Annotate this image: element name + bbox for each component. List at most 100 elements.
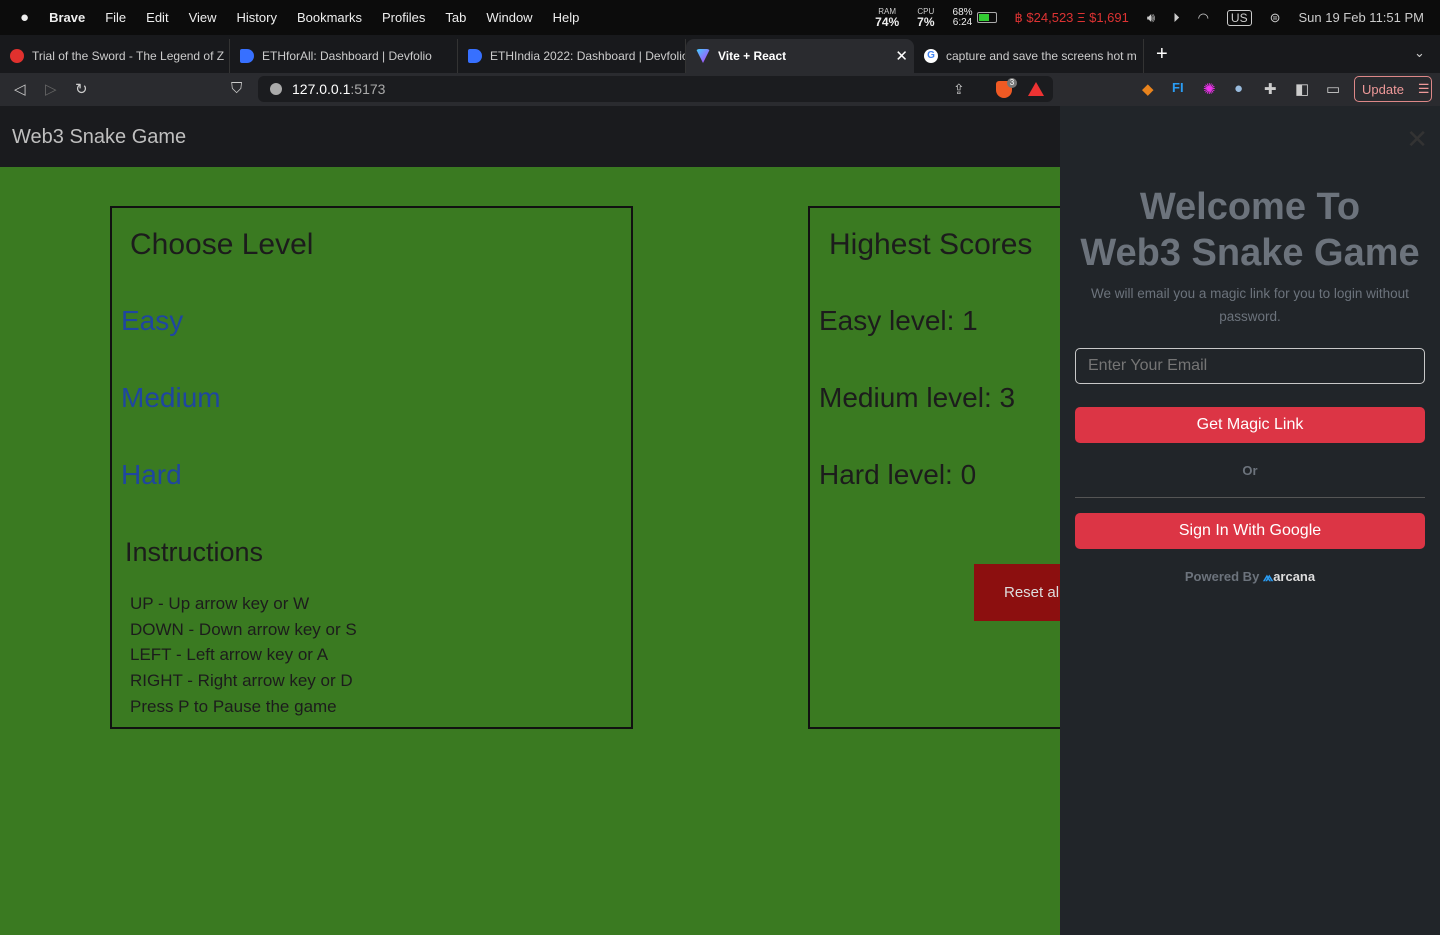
instruction-line: RIGHT - Right arrow key or D: [130, 671, 353, 691]
highest-scores-card: Highest Scores Easy level: 1 Medium leve…: [808, 206, 1060, 729]
email-input[interactable]: [1075, 348, 1425, 384]
ram-stat[interactable]: RAM 74%: [875, 7, 900, 29]
cpu-value: 7%: [917, 14, 935, 29]
login-title: Welcome To Web3 Snake Game: [1060, 184, 1440, 276]
shields-badge: 3: [1007, 78, 1017, 88]
choose-level-card: Choose Level Easy Medium Hard Instructio…: [110, 206, 633, 729]
devfolio-icon: [240, 49, 254, 63]
powered-by-label: Powered By: [1184, 569, 1260, 584]
update-button[interactable]: Update ☰: [1354, 76, 1432, 102]
btc-price: ฿ $24,523: [1014, 9, 1074, 25]
menu-edit[interactable]: Edit: [146, 10, 168, 25]
extension-calendar-icon[interactable]: ●: [1234, 80, 1243, 97]
tab-title: ETHIndia 2022: Dashboard | Devfolio: [490, 49, 686, 63]
update-label: Update: [1362, 81, 1404, 97]
divider: [1075, 497, 1425, 498]
arcana-brand: arcana: [1273, 569, 1316, 584]
extensions-puzzle-icon[interactable]: ✚: [1264, 80, 1277, 98]
eth-price: Ξ $1,691: [1077, 9, 1129, 25]
menu-tab[interactable]: Tab: [445, 10, 466, 25]
sidebar-icon[interactable]: ◧: [1295, 80, 1309, 98]
tab-title: capture and save the screens hot m: [946, 49, 1137, 63]
share-icon[interactable]: ⇪: [953, 81, 965, 98]
bookmark-icon[interactable]: ⛉: [231, 80, 242, 97]
menu-history[interactable]: History: [237, 10, 277, 25]
level-medium-link[interactable]: Medium: [121, 382, 221, 414]
menu-file[interactable]: File: [105, 10, 126, 25]
choose-level-heading: Choose Level: [130, 228, 314, 261]
menu-window[interactable]: Window: [486, 10, 532, 25]
battery[interactable]: 68% 6:24: [952, 6, 997, 28]
battery-icon: [976, 12, 997, 23]
tab-title: Trial of the Sword - The Legend of Z: [32, 49, 225, 63]
powered-by: Powered By ⩕arcana: [1060, 569, 1440, 585]
back-icon[interactable]: ◁: [14, 80, 26, 98]
control-center-icon[interactable]: ⊜: [1270, 10, 1281, 26]
get-magic-link-button[interactable]: Get Magic Link: [1075, 407, 1425, 443]
tab-google-search[interactable]: Gcapture and save the screens hot m: [914, 39, 1144, 73]
tab-title: Vite + React: [718, 49, 787, 63]
login-subtitle: We will email you a magic link for you t…: [1091, 286, 1409, 324]
highest-scores-heading: Highest Scores: [829, 228, 1033, 261]
tab-trial-of-the-sword[interactable]: Trial of the Sword - The Legend of Z: [0, 39, 230, 73]
close-tab-icon[interactable]: ✕: [895, 47, 908, 65]
app-title[interactable]: Web3 Snake Game: [12, 126, 186, 148]
brave-rewards-icon[interactable]: [1028, 82, 1044, 96]
cpu-stat[interactable]: CPU 7%: [917, 7, 935, 29]
instruction-line: UP - Up arrow key or W: [130, 594, 310, 613]
tab-vite-react[interactable]: Vite + React ✕: [686, 39, 914, 73]
score-hard: Hard level: 0: [819, 459, 977, 490]
level-hard-link[interactable]: Hard: [121, 459, 182, 491]
tab-ethindia[interactable]: ETHIndia 2022: Dashboard | Devfolio: [458, 39, 686, 73]
tab-favicon-icon: [10, 49, 24, 63]
volume-icon[interactable]: 🔊︎: [1147, 10, 1155, 26]
login-title-line1: Welcome To: [1139, 186, 1361, 228]
app-navbar: Web3 Snake Game: [0, 106, 1060, 167]
vite-icon: [696, 49, 710, 63]
reload-icon[interactable]: ↻: [75, 80, 88, 98]
tab-list-chevron-icon[interactable]: ⌄: [1414, 45, 1425, 61]
login-title-line2: Web3 Snake Game: [1080, 232, 1420, 274]
instructions-list: UP - Up arrow key or W DOWN - Down arrow…: [130, 591, 357, 720]
address-bar[interactable]: 127.0.0.1:5173 ⇪ 3: [258, 76, 1053, 102]
play-icon[interactable]: ⏵: [1173, 10, 1180, 26]
google-icon: G: [924, 49, 938, 63]
crypto-ticker[interactable]: ฿ $24,523 Ξ $1,691: [1015, 10, 1129, 26]
datetime[interactable]: Sun 19 Feb 11:51 PM: [1298, 10, 1424, 25]
new-tab-button[interactable]: +: [1156, 43, 1168, 66]
extension-fi-icon[interactable]: FI: [1172, 80, 1184, 95]
level-easy-link[interactable]: Easy: [121, 305, 183, 337]
menu-app-name[interactable]: Brave: [49, 10, 85, 25]
score-easy: Easy level: 1: [819, 305, 978, 336]
login-panel: ✕ Welcome To Web3 Snake Game We will emai…: [1060, 106, 1440, 935]
wifi-icon[interactable]: ◠: [1198, 10, 1209, 26]
instruction-line: DOWN - Down arrow key or S: [130, 619, 357, 639]
sign-in-google-button[interactable]: Sign In With Google: [1075, 513, 1425, 549]
tab-ethforall[interactable]: ETHforAll: Dashboard | Devfolio: [230, 39, 458, 73]
menu-help[interactable]: Help: [553, 10, 580, 25]
menu-view[interactable]: View: [189, 10, 217, 25]
battery-time: 6:24: [952, 16, 973, 28]
menu-bookmarks[interactable]: Bookmarks: [297, 10, 362, 25]
menu-icon: ☰: [1417, 81, 1430, 96]
keyboard-input[interactable]: US: [1226, 9, 1252, 26]
wallet-icon[interactable]: ▭: [1326, 80, 1340, 98]
color-picker-icon[interactable]: ✺: [1203, 80, 1216, 98]
reset-all-button[interactable]: Reset all: [974, 564, 1060, 621]
battery-pct: 68%: [952, 6, 973, 18]
instructions-heading: Instructions: [125, 537, 264, 567]
instruction-line: Press P to Pause the game: [130, 696, 337, 716]
metamask-icon[interactable]: ◆: [1142, 80, 1154, 98]
game-area: Choose Level Easy Medium Hard Instructio…: [0, 167, 1060, 935]
arcana-logo-icon: ⩕: [1262, 569, 1274, 584]
menu-profiles[interactable]: Profiles: [382, 10, 425, 25]
close-icon[interactable]: ✕: [1406, 124, 1428, 155]
forward-icon[interactable]: ▷: [45, 80, 57, 98]
score-medium: Medium level: 3: [819, 382, 1016, 413]
url-host: 127.0.0.1: [292, 81, 351, 97]
tab-bar: Trial of the Sword - The Legend of Z ETH…: [0, 35, 1440, 73]
tab-title: ETHforAll: Dashboard | Devfolio: [262, 49, 432, 63]
site-info-icon[interactable]: [270, 83, 282, 95]
ram-value: 74%: [875, 14, 900, 29]
apple-icon[interactable]: ●: [20, 9, 29, 26]
